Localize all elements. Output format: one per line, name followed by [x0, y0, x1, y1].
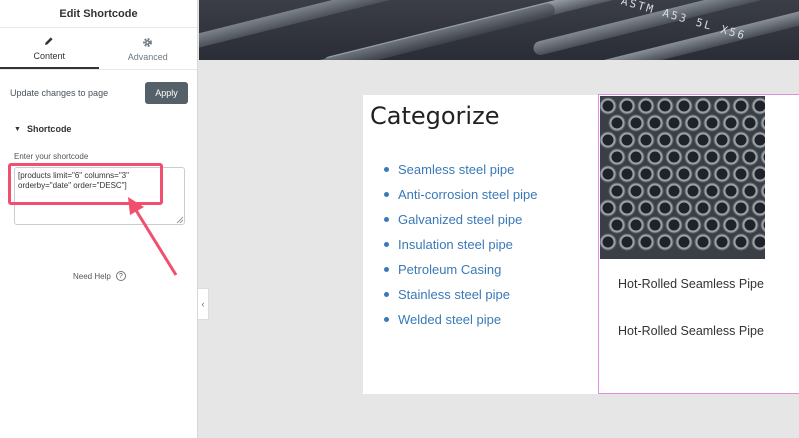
category-link[interactable]: Insulation steel pipe	[398, 237, 513, 252]
update-label: Update changes to page	[10, 88, 109, 98]
category-link[interactable]: Petroleum Casing	[398, 262, 501, 277]
section-label: Shortcode	[26, 124, 72, 134]
list-item: Petroleum Casing	[384, 257, 537, 282]
annotation-arrow-icon	[128, 197, 178, 276]
tab-content-label: Content	[33, 51, 66, 61]
gear-icon	[142, 35, 153, 49]
product-title[interactable]: Hot-Rolled Seamless Pipe	[618, 322, 768, 340]
caret-down-icon: ▼	[14, 125, 21, 133]
product-image[interactable]	[600, 96, 765, 259]
shortcode-field-label: Enter your shortcode	[14, 152, 89, 161]
category-list: Seamless steel pipe Anti-corrosion steel…	[384, 157, 537, 332]
need-help-link[interactable]: Need Help ?	[73, 271, 126, 281]
tab-advanced[interactable]: Advanced	[99, 28, 198, 69]
shortcode-value: [products limit="6" columns="3" orderby=…	[18, 171, 129, 190]
list-item: Galvanized steel pipe	[384, 207, 537, 232]
bullet	[384, 242, 389, 247]
chevron-left-icon: ‹	[201, 299, 205, 309]
bullet	[384, 167, 389, 172]
collapse-panel-button[interactable]: ‹	[198, 288, 209, 320]
product-title[interactable]: Hot-Rolled Seamless Pipe	[618, 275, 768, 293]
update-row: Update changes to page Apply	[0, 80, 198, 106]
bullet	[384, 317, 389, 322]
category-link[interactable]: Seamless steel pipe	[398, 162, 514, 177]
list-item: Stainless steel pipe	[384, 282, 537, 307]
category-title: Categorize	[370, 102, 500, 130]
bullet	[384, 267, 389, 272]
panel-header: Edit Shortcode	[0, 0, 197, 28]
hero-banner: ASTM A53 5L X56	[199, 0, 799, 60]
tab-content[interactable]: Content	[0, 28, 99, 69]
category-link[interactable]: Galvanized steel pipe	[398, 212, 522, 227]
list-item: Seamless steel pipe	[384, 157, 537, 182]
shortcode-section-toggle[interactable]: ▼ Shortcode	[14, 124, 71, 134]
bullet	[384, 217, 389, 222]
list-item: Welded steel pipe	[384, 307, 537, 332]
pencil-icon	[44, 34, 54, 48]
category-link[interactable]: Stainless steel pipe	[398, 287, 510, 302]
tab-advanced-label: Advanced	[127, 52, 168, 62]
apply-button[interactable]: Apply	[145, 82, 188, 104]
panel-title: Edit Shortcode	[59, 7, 138, 20]
bullet	[384, 292, 389, 297]
bullet	[384, 192, 389, 197]
tab-bar: Content Advanced	[0, 28, 197, 70]
need-help-label: Need Help	[73, 271, 111, 281]
list-item: Insulation steel pipe	[384, 232, 537, 257]
category-link[interactable]: Welded steel pipe	[398, 312, 501, 327]
list-item: Anti-corrosion steel pipe	[384, 182, 537, 207]
pipe-stack-image	[600, 96, 765, 259]
category-link[interactable]: Anti-corrosion steel pipe	[398, 187, 537, 202]
